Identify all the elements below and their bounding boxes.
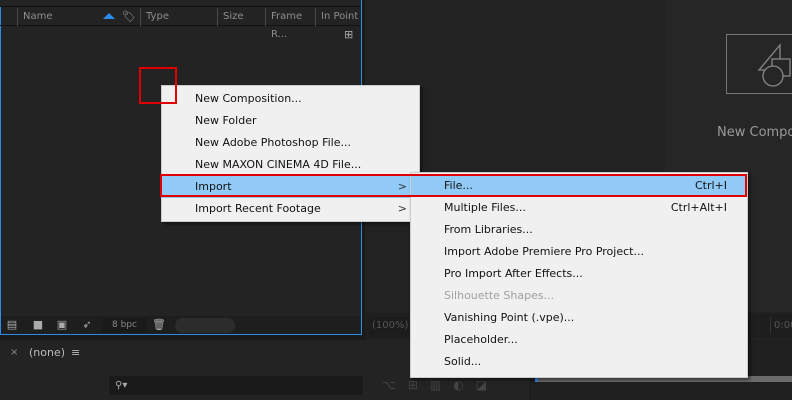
column-name[interactable]: Name: [17, 8, 117, 26]
import-file-annotation-box: [160, 174, 747, 197]
menu-item-new-cinema4d-file[interactable]: New MAXON CINEMA 4D File...: [162, 154, 419, 176]
new-composition-icon[interactable]: ▣: [55, 319, 69, 331]
submenu-item-multiple-files[interactable]: Multiple Files... Ctrl+Alt+I: [411, 197, 747, 219]
submenu-item-vanishing-point[interactable]: Vanishing Point (.vpe)...: [411, 307, 747, 329]
column-in-point[interactable]: In Point: [315, 8, 360, 26]
new-composition-label: New Compo: [717, 125, 792, 140]
submenu-arrow-icon: >: [397, 202, 407, 215]
sort-ascending-icon[interactable]: [103, 13, 115, 19]
close-tab-icon[interactable]: ×: [10, 347, 18, 358]
flowchart-icon[interactable]: ⊞: [344, 28, 353, 41]
submenu-item-premiere-project[interactable]: Import Adobe Premiere Pro Project...: [411, 241, 747, 263]
menu-item-new-photoshop-file[interactable]: New Adobe Photoshop File...: [162, 132, 419, 154]
submenu-item-silhouette-shapes: Silhouette Shapes...: [444, 289, 555, 302]
import-submenu: File... Ctrl+I Multiple Files... Ctrl+Alt+…: [410, 172, 748, 378]
timeline-tab[interactable]: (none): [29, 346, 65, 359]
bit-depth-button[interactable]: 8 bpc: [102, 318, 147, 333]
timeline-switch-icons[interactable]: ⌥⊞▥◐◪: [382, 378, 499, 392]
column-type[interactable]: Type: [140, 8, 216, 26]
project-preview-area: [0, 0, 360, 7]
timecode-display[interactable]: 0:00: [770, 317, 792, 334]
interpret-footage-icon[interactable]: ▤: [5, 319, 19, 331]
submenu-item-solid[interactable]: Solid...: [411, 351, 747, 373]
new-composition-from-footage-button[interactable]: [726, 34, 792, 94]
menu-item-new-folder[interactable]: New Folder: [162, 110, 419, 132]
menu-item-import-recent-footage[interactable]: Import Recent Footage >: [162, 198, 419, 220]
new-folder-icon[interactable]: ■: [31, 319, 45, 331]
magnification-dropdown[interactable]: (100%): [369, 317, 409, 334]
trash-icon[interactable]: 🗑: [152, 319, 166, 331]
submenu-item-pro-import[interactable]: Pro Import After Effects...: [411, 263, 747, 285]
submenu-item-placeholder[interactable]: Placeholder...: [411, 329, 747, 351]
shapes-icon: [757, 43, 791, 87]
render-icon[interactable]: ➶: [80, 319, 94, 331]
panel-menu-icon[interactable]: ≡: [71, 346, 80, 359]
thumbnail-slider[interactable]: [175, 318, 235, 333]
label-tag-icon[interactable]: 🏷: [122, 10, 136, 23]
column-frame-rate[interactable]: Frame R...: [265, 8, 315, 40]
search-icon: ⚲▾: [115, 380, 128, 391]
menu-item-new-composition[interactable]: New Composition...: [162, 88, 419, 110]
column-size[interactable]: Size: [217, 8, 265, 26]
context-menu: New Composition... New Folder New Adobe …: [161, 85, 420, 222]
click-annotation-box: [139, 67, 177, 104]
timeline-search-input[interactable]: ⚲▾: [109, 376, 363, 395]
submenu-item-from-libraries[interactable]: From Libraries...: [411, 219, 747, 241]
